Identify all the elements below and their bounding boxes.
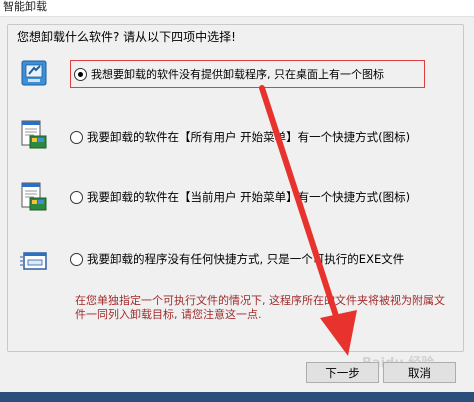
option-all-users-start-menu[interactable]: 我要卸载的软件在【所有用户 开始菜单】有一个快捷方式(图标) <box>70 123 410 151</box>
current-user-start-menu-icon <box>21 182 47 211</box>
next-button[interactable]: 下一步 <box>306 362 379 383</box>
group-question: 您想卸载什么软件? 请从以下四项中选择! <box>15 29 238 45</box>
radio-desktop-icon[interactable] <box>74 67 87 81</box>
title-bar: 智能卸载 <box>0 0 474 17</box>
option-label: 我想要卸载的软件没有提供卸载程序, 只在桌面上有一个图标 <box>91 68 384 81</box>
warning-note: 在您单独指定一个可执行文件的情况下, 这程序所在的文件夹将被视为附属文件一同列入… <box>75 294 445 321</box>
option-label: 我要卸载的软件在【所有用户 开始菜单】有一个快捷方式(图标) <box>87 130 411 144</box>
all-users-start-menu-icon <box>21 120 47 149</box>
option-label: 我要卸载的软件在【当前用户 开始菜单】有一个快捷方式(图标) <box>87 190 411 204</box>
cancel-button[interactable]: 取消 <box>383 362 456 383</box>
taskbar <box>0 392 474 402</box>
exe-file-icon <box>20 252 47 270</box>
desktop-shortcut-icon <box>21 60 47 86</box>
option-current-user-start-menu[interactable]: 我要卸载的软件在【当前用户 开始菜单】有一个快捷方式(图标) <box>70 183 410 211</box>
option-exe-file[interactable]: 我要卸载的程序没有任何快捷方式, 只是一个可执行的EXE文件 <box>70 245 404 273</box>
radio-all-users-start-menu[interactable] <box>70 130 83 144</box>
option-desktop-icon[interactable]: 我想要卸载的软件没有提供卸载程序, 只在桌面上有一个图标 <box>70 60 425 88</box>
option-label: 我要卸载的程序没有任何快捷方式, 只是一个可执行的EXE文件 <box>87 252 405 266</box>
radio-current-user-start-menu[interactable] <box>70 190 83 204</box>
window-title: 智能卸载 <box>3 0 47 13</box>
radio-exe-file[interactable] <box>70 252 83 266</box>
